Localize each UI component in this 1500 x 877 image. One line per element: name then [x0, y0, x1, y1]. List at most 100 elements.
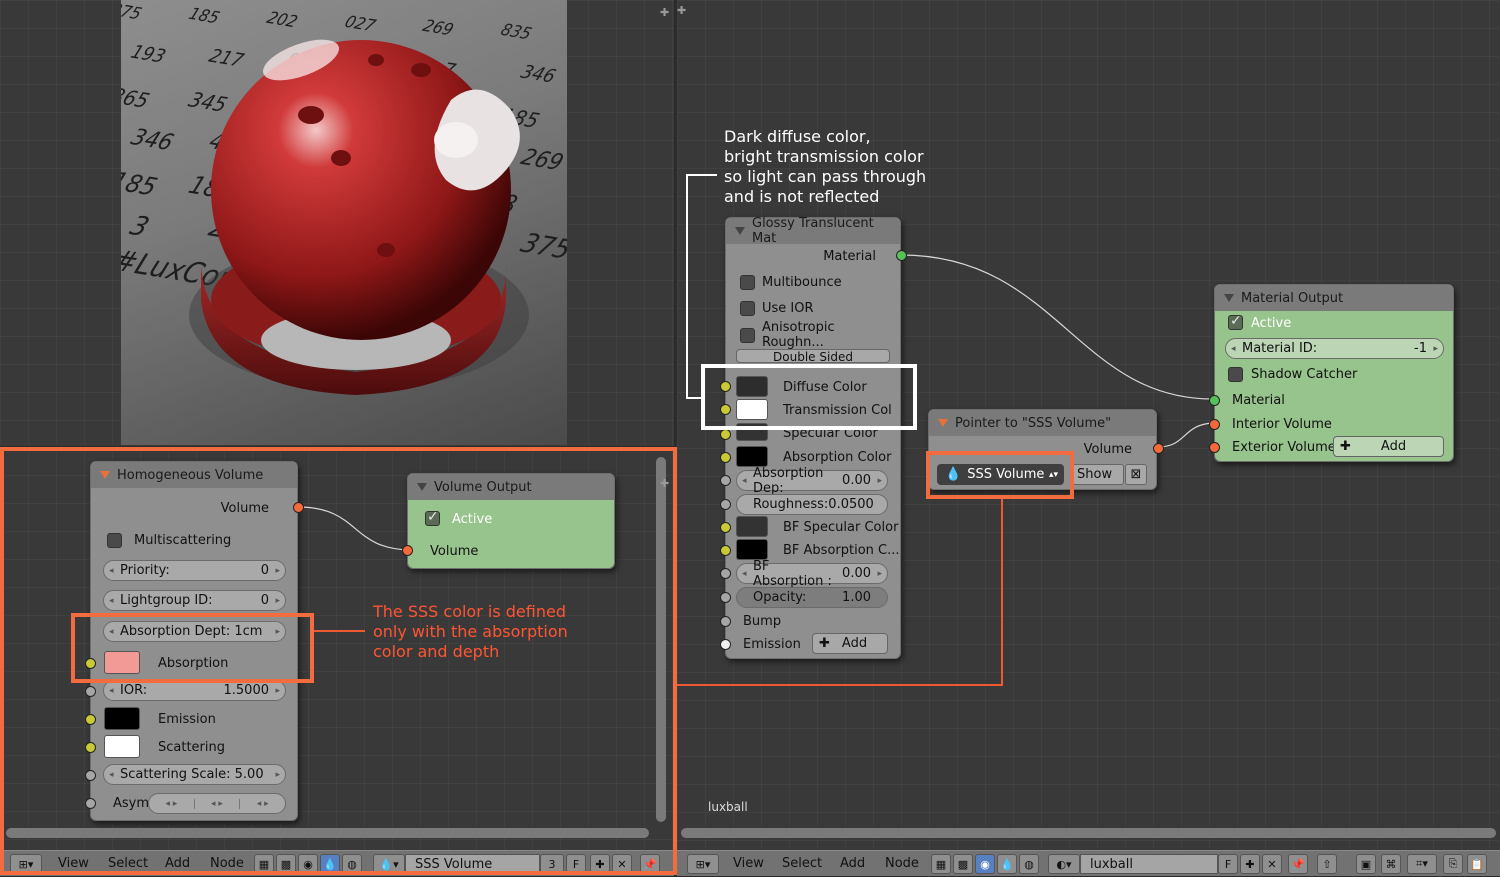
- absorption-depth-value: 0.00: [842, 473, 871, 488]
- material-tree-icon[interactable]: ◍: [342, 854, 362, 874]
- horizontal-scrollbar[interactable]: [6, 828, 649, 838]
- volume-output-row: Volume: [91, 497, 297, 519]
- material-output-node[interactable]: Material Output Active Material ID: -1 Sh…: [1209, 284, 1454, 462]
- texture-tree-icon[interactable]: ▩: [953, 854, 973, 874]
- snap-icon[interactable]: ⌘: [1381, 854, 1401, 874]
- new-datablock-icon[interactable]: ✚: [590, 854, 610, 874]
- select-menu[interactable]: Select: [108, 856, 148, 871]
- new-datablock-icon[interactable]: ✚: [1240, 854, 1260, 874]
- shader-tree-icon[interactable]: ▦: [254, 854, 274, 874]
- editor-type-button[interactable]: ⊞▾: [10, 854, 42, 874]
- material-tree-icon[interactable]: ◉: [975, 854, 995, 874]
- glossy-translucent-node[interactable]: Glossy Translucent Mat Material Multibou…: [720, 216, 907, 659]
- material-browse-icon[interactable]: ◐▾: [1048, 854, 1080, 874]
- priority-label: Priority:: [120, 563, 170, 578]
- lightgroup-value: 0: [260, 593, 269, 608]
- unlink-icon[interactable]: ✕: [1262, 854, 1282, 874]
- pin-icon[interactable]: 📌: [640, 854, 660, 874]
- view-menu[interactable]: View: [58, 856, 89, 871]
- view-menu[interactable]: View: [733, 856, 764, 871]
- right-node-editor: Dark diffuse color, bright transmission …: [677, 0, 1500, 850]
- area-split-icon[interactable]: ✚: [677, 4, 686, 17]
- emission-label: Emission: [158, 711, 216, 727]
- datablock-name-field[interactable]: SSS Volume: [405, 854, 540, 874]
- priority-value: 0: [260, 563, 269, 578]
- unlink-pointer-button[interactable]: ⊠: [1125, 464, 1147, 485]
- fake-user-button[interactable]: F: [566, 854, 586, 874]
- ior-field[interactable]: IOR: 1.5000: [103, 680, 286, 701]
- show-button[interactable]: Show: [1072, 464, 1124, 485]
- scattering-scale-field[interactable]: Scattering Scale: 5.00: [103, 764, 286, 785]
- volume-tree-icon[interactable]: 💧: [320, 854, 340, 874]
- emission-label: Emission: [743, 636, 801, 652]
- material-output-header[interactable]: Material Output: [1215, 285, 1453, 311]
- asym-vector-field[interactable]: ◂ ▸ ◂ ▸ ◂ ▸: [148, 793, 286, 814]
- ior-input-socket[interactable]: [85, 686, 96, 697]
- opacity-field[interactable]: Opacity: 1.00: [736, 587, 888, 608]
- add-menu[interactable]: Add: [840, 856, 865, 871]
- node-menu[interactable]: Node: [210, 856, 244, 871]
- bf-absorption-depth-socket[interactable]: [720, 568, 731, 579]
- priority-field[interactable]: Priority: 0: [103, 560, 286, 581]
- homogeneous-volume-header[interactable]: Homogeneous Volume: [91, 462, 297, 488]
- copy-icon[interactable]: ⎘: [1443, 854, 1463, 874]
- opacity-socket[interactable]: [720, 592, 731, 603]
- node-menu[interactable]: Node: [885, 856, 919, 871]
- bf-absorption-depth-field[interactable]: BF Absorption : 0.00: [736, 559, 888, 589]
- area-split-icon[interactable]: ✚: [660, 6, 669, 19]
- snap-mode-icon[interactable]: ⌗▾: [1407, 854, 1437, 874]
- add-label: Add: [1380, 439, 1407, 454]
- volume-output-socket[interactable]: [293, 502, 304, 513]
- texture-tree-icon[interactable]: ▩: [276, 854, 296, 874]
- pointer-output-socket[interactable]: [1153, 443, 1164, 454]
- roughness-socket[interactable]: [720, 499, 731, 510]
- vertical-scrollbar[interactable]: [656, 457, 666, 822]
- material-output-socket[interactable]: [896, 250, 907, 261]
- absorption-depth-field[interactable]: Absorption Dep: 0.00: [736, 466, 888, 496]
- datablock-name: SSS Volume: [415, 856, 493, 872]
- horizontal-scrollbar[interactable]: [681, 828, 1496, 838]
- paste-icon[interactable]: 📋: [1467, 854, 1487, 874]
- area-split-icon[interactable]: ✚: [660, 477, 669, 490]
- exterior-add-button[interactable]: ✚ Add: [1333, 436, 1444, 457]
- material-id-field[interactable]: Material ID: -1: [1225, 338, 1444, 359]
- sss-annotation: The SSS color is defined only with the a…: [373, 602, 568, 661]
- pin-icon[interactable]: 📌: [1288, 854, 1308, 874]
- glossy-translucent-header[interactable]: Glossy Translucent Mat: [726, 216, 900, 246]
- volume-output-label: Volume: [220, 500, 269, 516]
- absorption-depth-label: Absorption Dep:: [753, 465, 824, 496]
- volume-output-node[interactable]: Volume Output Active Volume: [402, 473, 615, 569]
- unlink-icon[interactable]: ✕: [612, 854, 632, 874]
- compositing-tree-icon[interactable]: ◍: [1019, 854, 1039, 874]
- select-menu[interactable]: Select: [782, 856, 822, 871]
- multiscattering-label: Multiscattering: [134, 532, 232, 548]
- bf-absorption-depth-label: BF Absorption :: [753, 558, 832, 589]
- compositing-tree-icon[interactable]: ◉: [298, 854, 318, 874]
- volume-tree-icon[interactable]: 💧: [997, 854, 1017, 874]
- datablock-name-field[interactable]: luxball: [1080, 854, 1218, 874]
- fake-user-button[interactable]: F: [1218, 854, 1238, 874]
- editor-type-button[interactable]: ⊞▾: [687, 854, 719, 874]
- users-count[interactable]: 3: [540, 854, 564, 874]
- shadow-catcher-row: Shadow Catcher: [1215, 363, 1453, 385]
- scattering-scale-socket[interactable]: [85, 770, 96, 781]
- interior-volume-label: Interior Volume: [1232, 416, 1332, 432]
- roughness-field[interactable]: Roughness: 0.0500: [736, 494, 888, 515]
- datablock-browse-icon[interactable]: 💧▾: [373, 854, 405, 874]
- pointer-node-header[interactable]: Pointer to "SSS Volume": [929, 410, 1156, 436]
- image-editor-pane: 3751852020272698351932179571857346865345…: [0, 0, 674, 446]
- emission-add-button[interactable]: ✚ Add: [812, 633, 888, 654]
- volume-output-header[interactable]: Volume Output: [408, 474, 614, 500]
- backdrop-icon[interactable]: ▣: [1356, 854, 1376, 874]
- double-sided-button[interactable]: Double Sided: [736, 349, 890, 363]
- plus-icon: ✚: [1340, 439, 1351, 454]
- lightgroup-field[interactable]: Lightgroup ID: 0: [103, 590, 286, 611]
- use-ior-label: Use IOR: [762, 300, 814, 316]
- shader-tree-icon[interactable]: ▦: [931, 854, 951, 874]
- add-menu[interactable]: Add: [165, 856, 190, 871]
- parent-tree-icon[interactable]: ⇧: [1317, 854, 1337, 874]
- asym-label: Asym: [113, 795, 150, 811]
- use-ior-row: Use IOR: [726, 297, 900, 319]
- bf-specular-row: BF Specular Color: [726, 516, 900, 538]
- absorption-depth-socket[interactable]: [720, 475, 731, 486]
